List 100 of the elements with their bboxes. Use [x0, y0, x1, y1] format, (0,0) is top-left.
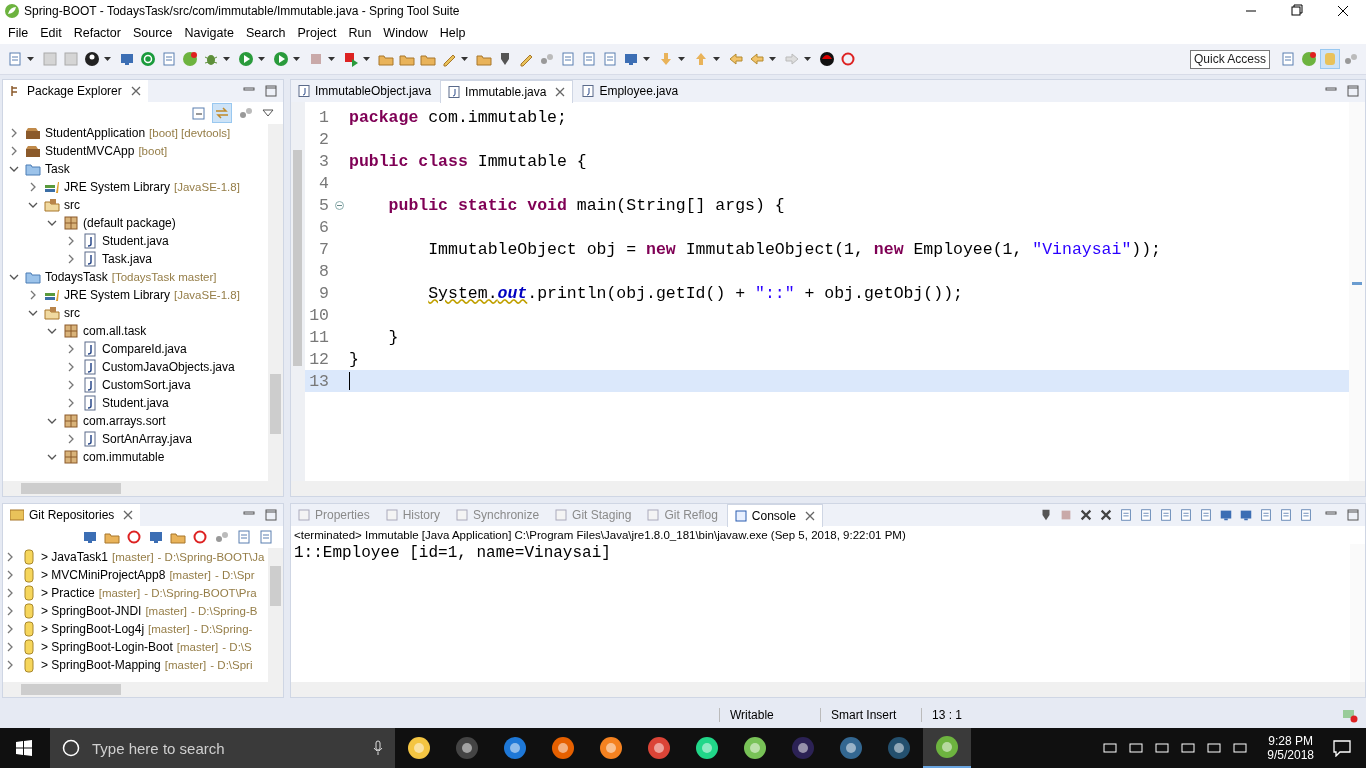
collapsed-chevron-icon[interactable]: [28, 182, 38, 192]
collapsed-chevron-icon[interactable]: [66, 362, 76, 372]
tree-item[interactable]: Task.java: [102, 252, 153, 266]
repository-name[interactable]: > SpringBoot-JNDI: [41, 604, 142, 618]
maximize-icon[interactable]: [265, 509, 277, 521]
vertical-scrollbar[interactable]: [1350, 544, 1365, 682]
profile-icon[interactable]: [83, 50, 101, 68]
launch-icon[interactable]: [342, 50, 360, 68]
dropdown-caret-icon[interactable]: [769, 57, 776, 61]
menu-item[interactable]: File: [2, 26, 35, 40]
taskbar-search-field[interactable]: Type here to search: [50, 728, 395, 768]
menu-item[interactable]: Window: [377, 26, 434, 40]
collapsed-chevron-icon[interactable]: [66, 254, 76, 264]
dropdown-caret-icon[interactable]: [678, 57, 685, 61]
dropdown-caret-icon[interactable]: [363, 57, 370, 61]
dropdown-caret-icon[interactable]: [804, 57, 811, 61]
menu-item[interactable]: Refactor: [67, 26, 127, 40]
tree-item[interactable]: CustomJavaObjects.java: [102, 360, 235, 374]
collapsed-chevron-icon[interactable]: [66, 236, 76, 246]
close-icon[interactable]: [555, 86, 566, 97]
tree-item[interactable]: Student.java: [102, 396, 169, 410]
horizontal-scrollbar[interactable]: [291, 481, 1365, 496]
repository-name[interactable]: > JavaTask1: [41, 550, 109, 564]
repository-name[interactable]: > Practice: [41, 586, 95, 600]
tree-item[interactable]: Task: [45, 162, 70, 176]
maximize-icon[interactable]: [1347, 509, 1359, 521]
tree-item[interactable]: JRE System Library: [64, 288, 171, 302]
close-icon[interactable]: [804, 510, 815, 521]
collapsed-chevron-icon[interactable]: [9, 146, 19, 156]
editor-tab[interactable]: Immutable.java: [440, 79, 574, 103]
panel-tab[interactable]: Git Repositories: [3, 504, 141, 526]
collapsed-chevron-icon[interactable]: [66, 380, 76, 390]
dropdown-caret-icon[interactable]: [223, 57, 230, 61]
panel-tab[interactable]: Package Explorer: [3, 80, 148, 102]
git-tool-icon[interactable]: [125, 528, 143, 546]
run-config-icon[interactable]: [272, 50, 290, 68]
collapsed-chevron-icon[interactable]: [9, 128, 19, 138]
repository-name[interactable]: > SpringBoot-Log4j: [41, 622, 145, 636]
horizontal-scrollbar[interactable]: [3, 481, 283, 496]
fold-icon[interactable]: [334, 200, 344, 210]
clock-date[interactable]: 9/5/2018: [1267, 748, 1314, 762]
hat-icon[interactable]: [818, 50, 836, 68]
editor-tab[interactable]: ImmutableObject.java: [291, 80, 439, 102]
collapsed-chevron-icon[interactable]: [66, 344, 76, 354]
close-icon[interactable]: [123, 510, 134, 520]
vertical-scrollbar[interactable]: [268, 124, 283, 481]
horizontal-scrollbar[interactable]: [3, 682, 283, 697]
menu-item[interactable]: Project: [291, 26, 343, 40]
collapse-all-icon[interactable]: [189, 104, 207, 122]
menu-item[interactable]: Run: [342, 26, 378, 40]
close-icon[interactable]: [130, 86, 141, 96]
dropdown-caret-icon[interactable]: [293, 57, 300, 61]
view-tab[interactable]: Console: [726, 503, 823, 527]
tree-item[interactable]: StudentMVCApp: [45, 144, 135, 158]
refresh-icon[interactable]: [839, 50, 857, 68]
menu-item[interactable]: Search: [239, 26, 292, 40]
maximize-icon[interactable]: [1347, 85, 1359, 97]
menu-item[interactable]: Navigate: [178, 26, 240, 40]
git-tool-icon[interactable]: [191, 528, 209, 546]
expanded-chevron-icon[interactable]: [47, 452, 57, 462]
tree-item[interactable]: CompareId.java: [102, 342, 187, 356]
expanded-chevron-icon[interactable]: [47, 326, 57, 336]
windows-start-icon[interactable]: [16, 740, 32, 756]
clock-time[interactable]: 9:28 PM: [1268, 734, 1313, 748]
menu-item[interactable]: Source: [126, 26, 179, 40]
tree-item[interactable]: src: [64, 198, 80, 212]
repository-name[interactable]: > SpringBoot-Mapping: [41, 658, 161, 672]
expanded-chevron-icon[interactable]: [28, 308, 38, 318]
dropdown-caret-icon[interactable]: [328, 57, 335, 61]
expanded-chevron-icon[interactable]: [9, 272, 19, 282]
quick-access-field[interactable]: Quick Access: [1190, 49, 1270, 69]
tree-item[interactable]: com.all.task: [83, 324, 147, 338]
power-icon[interactable]: [139, 50, 157, 68]
notifications-icon[interactable]: [1332, 739, 1352, 757]
dropdown-caret-icon[interactable]: [643, 57, 650, 61]
run-icon[interactable]: [237, 50, 255, 68]
tree-item[interactable]: (default package): [83, 216, 176, 230]
vertical-scrollbar[interactable]: [268, 548, 283, 682]
tree-item[interactable]: src: [64, 306, 80, 320]
microphone-icon[interactable]: [373, 740, 383, 756]
collapsed-chevron-icon[interactable]: [66, 398, 76, 408]
horizontal-scrollbar[interactable]: [291, 682, 1365, 697]
expanded-chevron-icon[interactable]: [47, 416, 57, 426]
dropdown-caret-icon[interactable]: [258, 57, 265, 61]
taskbar-app[interactable]: [923, 728, 971, 768]
expanded-chevron-icon[interactable]: [47, 218, 57, 228]
repository-name[interactable]: > SpringBoot-Login-Boot: [41, 640, 173, 654]
menu-item[interactable]: Edit: [34, 26, 68, 40]
tree-item[interactable]: com.arrays.sort: [83, 414, 166, 428]
dropdown-caret-icon[interactable]: [461, 57, 468, 61]
progress-icon[interactable]: [1342, 707, 1358, 723]
search-input[interactable]: Type here to search: [90, 738, 363, 758]
collapsed-chevron-icon[interactable]: [66, 434, 76, 444]
tree-item[interactable]: SortAnArray.java: [102, 432, 192, 446]
expanded-chevron-icon[interactable]: [9, 164, 19, 174]
tree-item[interactable]: CustomSort.java: [102, 378, 191, 392]
repository-name[interactable]: > MVCMiniProjectApp8: [41, 568, 166, 582]
maximize-icon[interactable]: [265, 85, 277, 97]
collapsed-chevron-icon[interactable]: [28, 290, 38, 300]
dropdown-caret-icon[interactable]: [104, 57, 111, 61]
